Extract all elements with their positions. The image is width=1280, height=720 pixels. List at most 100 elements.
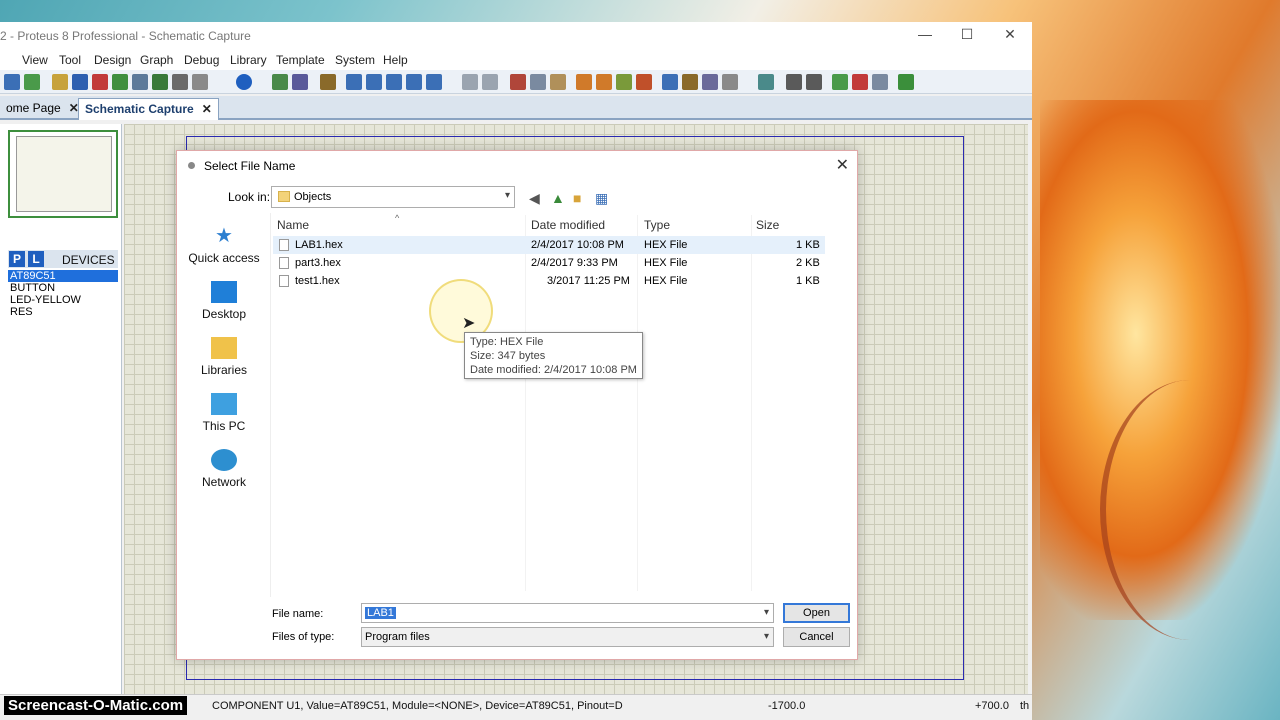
file-size: 1 KB — [796, 275, 820, 287]
wallpaper-swirl — [1100, 380, 1280, 640]
place-libraries[interactable]: Libraries — [183, 337, 265, 377]
back-icon[interactable]: ◀ — [529, 190, 540, 207]
tooltip-size: Size: 347 bytes — [470, 350, 546, 362]
maximize-button[interactable]: ☐ — [952, 26, 982, 46]
column-header-size[interactable]: Size — [756, 218, 779, 232]
block-rotate-icon[interactable] — [616, 74, 632, 90]
menu-graph[interactable]: Graph — [140, 53, 173, 67]
menu-system[interactable]: System — [335, 53, 375, 67]
remove-sheet-icon[interactable] — [852, 74, 868, 90]
file-list[interactable]: ^ Name Date modified Type Size LAB1.hex … — [270, 213, 852, 597]
file-name: LAB1.hex — [295, 239, 343, 251]
wire-autorouter-icon[interactable] — [758, 74, 774, 90]
zoom-area-icon[interactable] — [426, 74, 442, 90]
zoom-in-icon[interactable] — [366, 74, 382, 90]
save-icon[interactable] — [4, 74, 20, 90]
close-icon[interactable]: ✕ — [202, 102, 212, 116]
menu-help[interactable]: Help — [383, 53, 408, 67]
pan-icon[interactable] — [346, 74, 362, 90]
home-icon[interactable] — [52, 74, 68, 90]
make-device-icon[interactable] — [682, 74, 698, 90]
zoom-all-icon[interactable] — [406, 74, 422, 90]
column-header-name[interactable]: Name — [277, 218, 309, 232]
help-icon[interactable] — [236, 74, 252, 90]
minimize-button[interactable]: — — [910, 26, 940, 46]
place-desktop[interactable]: Desktop — [183, 281, 265, 321]
exit-to-parent-icon[interactable] — [872, 74, 888, 90]
view-menu-icon[interactable]: ▦ — [595, 190, 608, 207]
notes-icon[interactable] — [192, 74, 208, 90]
close-window-button[interactable]: ✕ — [995, 26, 1025, 46]
copy-icon[interactable] — [530, 74, 546, 90]
device-item[interactable]: BUTTON — [8, 282, 118, 294]
schematic-icon[interactable] — [72, 74, 88, 90]
chevron-down-icon[interactable]: ▾ — [764, 607, 769, 618]
tab-home-page[interactable]: ome Page ✕ — [0, 98, 85, 120]
bom-icon[interactable] — [152, 74, 168, 90]
device-item[interactable]: LED-YELLOW — [8, 294, 118, 306]
import-icon[interactable] — [24, 74, 40, 90]
mouse-pointer-icon: ➤ — [462, 315, 476, 332]
file-name-input[interactable]: LAB1 ▾ — [361, 603, 774, 623]
block-copy-icon[interactable] — [576, 74, 592, 90]
design-explorer-icon[interactable] — [132, 74, 148, 90]
file-row[interactable]: test1.hex 3/2017 11:25 PM HEX File 1 KB — [273, 272, 825, 290]
menu-design[interactable]: Design — [94, 53, 131, 67]
undo-icon[interactable] — [462, 74, 478, 90]
menu-tool[interactable]: Tool — [59, 53, 81, 67]
search-icon[interactable] — [786, 74, 802, 90]
file-date: 2/4/2017 9:33 PM — [531, 257, 618, 269]
place-this-pc[interactable]: This PC — [183, 393, 265, 433]
refresh-icon[interactable] — [272, 74, 288, 90]
zoom-out-icon[interactable] — [386, 74, 402, 90]
device-item[interactable]: AT89C51 — [8, 270, 118, 282]
file-date: 3/2017 11:25 PM — [547, 275, 630, 287]
package-tool-icon[interactable] — [702, 74, 718, 90]
place-quick-access[interactable]: ★ Quick access — [183, 225, 265, 265]
computer-icon — [211, 393, 237, 415]
decompose-icon[interactable] — [722, 74, 738, 90]
pcb-icon[interactable] — [92, 74, 108, 90]
files-of-type-select[interactable]: Program files ▾ — [361, 627, 774, 647]
origin-icon[interactable] — [320, 74, 336, 90]
file-icon — [279, 239, 289, 251]
gerber-icon[interactable] — [112, 74, 128, 90]
place-network[interactable]: Network — [183, 449, 265, 489]
menu-debug[interactable]: Debug — [184, 53, 219, 67]
open-button[interactable]: Open — [783, 603, 850, 623]
place-label: Network — [201, 475, 246, 489]
new-sheet-icon[interactable] — [832, 74, 848, 90]
cancel-button[interactable]: Cancel — [783, 627, 850, 647]
close-icon[interactable]: ✕ — [836, 155, 849, 175]
up-folder-icon[interactable]: ▲ — [551, 190, 565, 206]
main-toolbar — [0, 70, 1032, 94]
property-assignment-icon[interactable] — [806, 74, 822, 90]
menu-view[interactable]: View — [22, 53, 48, 67]
menu-template[interactable]: Template — [276, 53, 325, 67]
block-move-icon[interactable] — [596, 74, 612, 90]
library-manager-button[interactable]: L — [28, 251, 44, 267]
redo-icon[interactable] — [482, 74, 498, 90]
pick-device-icon[interactable] — [662, 74, 678, 90]
column-header-type[interactable]: Type — [644, 218, 670, 232]
look-in-dropdown[interactable]: Objects ▾ — [271, 186, 515, 208]
netlist-icon[interactable] — [898, 74, 914, 90]
chevron-down-icon: ▾ — [504, 190, 510, 201]
look-in-label: Look in: — [228, 190, 271, 204]
grid-icon[interactable] — [292, 74, 308, 90]
cut-icon[interactable] — [510, 74, 526, 90]
libraries-icon — [211, 337, 237, 359]
block-delete-icon[interactable] — [636, 74, 652, 90]
file-row[interactable]: LAB1.hex 2/4/2017 10:08 PM HEX File 1 KB — [273, 236, 825, 254]
paste-icon[interactable] — [550, 74, 566, 90]
overview-window[interactable] — [8, 130, 118, 218]
source-code-icon[interactable] — [172, 74, 188, 90]
tab-label: ome Page — [6, 101, 61, 115]
tab-schematic-capture[interactable]: Schematic Capture ✕ — [78, 98, 219, 120]
device-item[interactable]: RES — [8, 306, 118, 318]
pick-devices-button[interactable]: P — [9, 251, 25, 267]
new-folder-icon[interactable]: ■ — [573, 190, 581, 206]
file-row[interactable]: part3.hex 2/4/2017 9:33 PM HEX File 2 KB — [273, 254, 825, 272]
column-header-date[interactable]: Date modified — [531, 218, 605, 232]
menu-library[interactable]: Library — [230, 53, 267, 67]
